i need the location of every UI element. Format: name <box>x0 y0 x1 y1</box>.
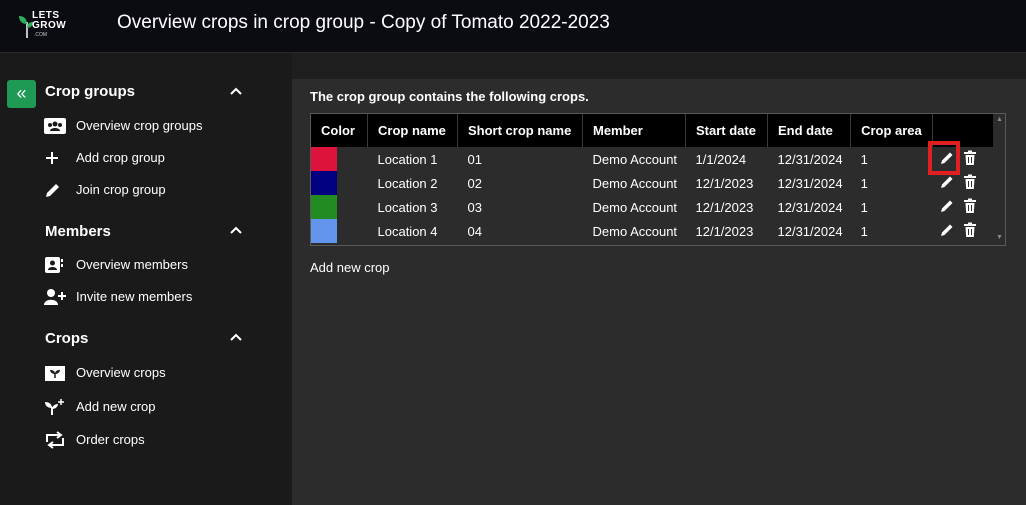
member-cell: Demo Account <box>592 175 678 191</box>
sidebar-item-label: Add new crop <box>76 399 156 414</box>
collapse-sidebar-button[interactable]: « <box>7 80 36 108</box>
crop-area-cell: 1 <box>860 223 868 239</box>
crop-name-cell: Location 1 <box>377 151 438 167</box>
start-date-cell: 1/1/2024 <box>695 151 747 167</box>
crops-table-container: Color Crop name Short crop name Member S… <box>310 113 1006 246</box>
crop-area-cell: 1 <box>860 175 868 191</box>
end-date-cell: 12/31/2024 <box>777 223 843 239</box>
sidebar-item-label: Overview crops <box>76 365 166 380</box>
plus-icon <box>46 152 58 164</box>
pencil-icon <box>46 184 59 197</box>
contact-book-icon <box>45 257 63 273</box>
color-swatch[interactable] <box>311 219 337 243</box>
reorder-icon <box>46 431 64 449</box>
column-header-end-date[interactable]: End date <box>767 114 852 147</box>
end-date-cell: 12/31/2024 <box>777 199 843 215</box>
sidebar-item-invite-new-members[interactable]: Invite new members <box>44 286 274 308</box>
chevron-up-icon[interactable] <box>229 332 243 342</box>
column-header-crop-area[interactable]: Crop area <box>850 114 934 147</box>
crops-table: Color Crop name Short crop name Member S… <box>311 114 1002 243</box>
edit-pencil-icon[interactable] <box>939 222 955 241</box>
column-header-crop-name[interactable]: Crop name <box>367 114 458 147</box>
color-swatch[interactable] <box>311 195 337 219</box>
actions-cell <box>933 219 1002 243</box>
member-cell: Demo Account <box>592 151 678 167</box>
sidebar-item-label: Add crop group <box>76 150 165 165</box>
chevron-up-icon[interactable] <box>229 225 243 235</box>
letsgrow-logo[interactable]: LETS GROW .COM <box>18 8 72 42</box>
short-crop-name-cell: 02 <box>467 175 482 191</box>
logo-text-grow: GROW <box>32 20 67 31</box>
sidebar-item-label: Order crops <box>76 432 145 447</box>
sidebar-item-order-crops[interactable]: Order crops <box>44 429 274 451</box>
main-content: The crop group contains the following cr… <box>292 79 1026 505</box>
end-date-cell: 12/31/2024 <box>777 175 843 191</box>
sidebar-item-label: Invite new members <box>76 289 193 304</box>
color-swatch[interactable] <box>311 171 337 195</box>
crop-name-cell: Location 3 <box>377 199 438 215</box>
color-cell <box>311 171 368 195</box>
member-cell: Demo Account <box>592 199 678 215</box>
add-person-icon <box>44 289 66 305</box>
group-icon <box>44 118 66 134</box>
page-title: Overview crops in crop group - Copy of T… <box>117 12 610 33</box>
sidebar-item-overview-crops[interactable]: Overview crops <box>44 362 274 384</box>
add-new-crop-link[interactable]: Add new crop <box>310 260 390 275</box>
crop-area-cell: 1 <box>860 199 868 215</box>
sidebar-item-overview-crop-groups[interactable]: Overview crop groups <box>44 115 274 137</box>
section-title-crops[interactable]: Crops <box>45 330 88 347</box>
section-title-crop-groups[interactable]: Crop groups <box>45 83 135 100</box>
start-date-cell: 12/1/2023 <box>695 175 754 191</box>
crop-name-cell: Location 4 <box>377 223 438 239</box>
color-swatch[interactable] <box>311 147 337 171</box>
color-cell <box>311 195 368 219</box>
delete-trash-icon[interactable] <box>963 150 977 169</box>
table-row[interactable]: Location 4 04 Demo Account 12/1/2023 12/31/2… <box>311 219 1001 243</box>
column-header-member[interactable]: Member <box>582 114 686 147</box>
delete-trash-icon[interactable] <box>963 222 977 241</box>
color-cell <box>311 147 368 171</box>
edit-pencil-icon[interactable] <box>939 198 955 217</box>
section-title-members[interactable]: Members <box>45 223 111 240</box>
chevron-up-icon[interactable] <box>229 86 243 96</box>
crop-area-cell: 1 <box>860 151 868 167</box>
edit-button-highlight <box>928 141 960 175</box>
color-cell <box>311 219 368 243</box>
column-header-start-date[interactable]: Start date <box>685 114 768 147</box>
column-header-color[interactable]: Color <box>311 114 368 147</box>
crop-folder-icon <box>45 366 65 381</box>
sidebar-item-add-crop-group[interactable]: Add crop group <box>44 147 274 169</box>
sidebar-item-join-crop-group[interactable]: Join crop group <box>44 179 274 201</box>
sidebar-item-label: Join crop group <box>76 182 166 197</box>
start-date-cell: 12/1/2023 <box>695 223 754 239</box>
short-crop-name-cell: 01 <box>467 151 482 167</box>
sidebar-item-overview-members[interactable]: Overview members <box>44 254 274 276</box>
crop-name-cell: Location 2 <box>377 175 438 191</box>
table-header-row: Color Crop name Short crop name Member S… <box>311 114 1002 147</box>
short-crop-name-cell: 03 <box>467 199 482 215</box>
delete-trash-icon[interactable] <box>963 174 977 193</box>
delete-trash-icon[interactable] <box>963 198 977 217</box>
top-bar: LETS GROW .COM Overview crops in crop gr… <box>0 0 1026 53</box>
edit-pencil-icon[interactable] <box>939 174 955 193</box>
table-scrollbar[interactable]: ▲ ▼ <box>993 114 1005 245</box>
member-cell: Demo Account <box>592 223 678 239</box>
table-row[interactable]: Location 2 02 Demo Account 12/1/2023 12/31/2… <box>311 171 1001 195</box>
sidebar: « Crop groups Overview crop groups Add c… <box>0 53 292 505</box>
logo-text-com: .COM <box>34 32 48 38</box>
crop-group-intro-text: The crop group contains the following cr… <box>310 89 589 104</box>
column-header-short-crop-name[interactable]: Short crop name <box>457 114 583 147</box>
actions-cell <box>933 195 1002 219</box>
table-row[interactable]: Location 1 01 Demo Account 1/1/2024 12/31/20… <box>311 147 1001 171</box>
start-date-cell: 12/1/2023 <box>695 199 754 215</box>
table-row[interactable]: Location 3 03 Demo Account 12/1/2023 12/31/2… <box>311 195 1001 219</box>
end-date-cell: 12/31/2024 <box>777 151 843 167</box>
sidebar-item-add-new-crop[interactable]: Add new crop <box>44 396 274 418</box>
sidebar-item-label: Overview members <box>76 257 188 272</box>
sidebar-item-label: Overview crop groups <box>76 118 203 133</box>
short-crop-name-cell: 04 <box>467 223 482 239</box>
add-plant-icon <box>45 399 64 415</box>
